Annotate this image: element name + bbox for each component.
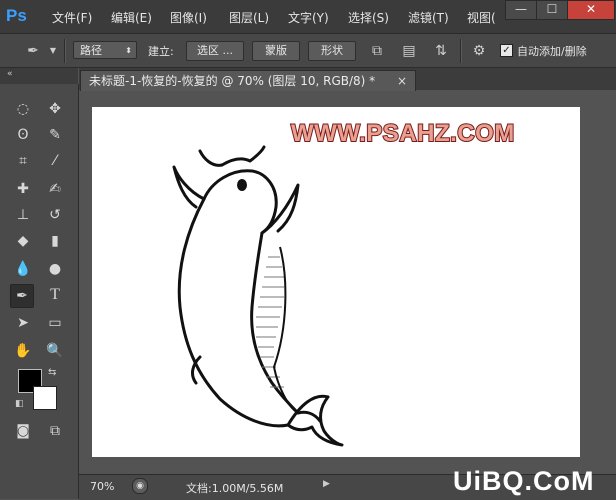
select-arrows-icon: ⬍ bbox=[125, 46, 132, 55]
document-tab-title: 未标题-1-恢复的-恢复的 @ 70% (图层 10, RGB/8) * bbox=[89, 74, 376, 88]
type-tool-icon[interactable]: T bbox=[44, 284, 66, 306]
menu-file[interactable]: 文件(F) bbox=[52, 9, 92, 26]
maximize-button[interactable]: ☐ bbox=[536, 0, 568, 20]
background-color-swatch[interactable] bbox=[33, 386, 57, 410]
marquee-tool-icon[interactable]: ◌ bbox=[12, 98, 34, 120]
path-mode-select[interactable]: 路径 ⬍ bbox=[73, 41, 137, 59]
path-alignment-icon[interactable]: ▤ bbox=[400, 42, 418, 60]
auto-add-delete-checkbox[interactable]: ✓ bbox=[500, 44, 513, 57]
gear-icon[interactable]: ⚙ bbox=[470, 42, 488, 60]
gradient-tool-icon[interactable]: ▮ bbox=[44, 230, 66, 252]
blur-tool-icon[interactable]: 💧 bbox=[12, 258, 34, 280]
auto-add-delete-label: 自动添加/删除 bbox=[517, 45, 587, 58]
menu-edit[interactable]: 编辑(E) bbox=[111, 9, 152, 26]
toolbar-collapse-strip[interactable]: « bbox=[0, 68, 78, 84]
minimize-button[interactable]: — bbox=[505, 0, 537, 20]
zoom-tool-icon[interactable]: 🔍 bbox=[44, 340, 66, 362]
move-tool-icon[interactable]: ✥ bbox=[44, 98, 66, 120]
screen-mode-icon[interactable]: ⧉ bbox=[44, 420, 66, 442]
rectangle-tool-icon[interactable]: ▭ bbox=[44, 312, 66, 334]
shape-button[interactable]: 形状 bbox=[308, 41, 356, 61]
document-info: 文档:1.00M/5.56M bbox=[186, 482, 284, 495]
swap-colors-icon[interactable]: ⇆ bbox=[48, 367, 56, 378]
document-tab[interactable]: 未标题-1-恢复的-恢复的 @ 70% (图层 10, RGB/8) * × bbox=[80, 70, 416, 91]
status-options-icon[interactable]: ◉ bbox=[132, 478, 148, 494]
default-colors-icon[interactable]: ◧ bbox=[15, 399, 24, 409]
collapse-icon[interactable]: « bbox=[7, 69, 13, 79]
path-arrangement-icon[interactable]: ⇅ bbox=[432, 42, 450, 60]
lasso-tool-icon[interactable]: ʘ bbox=[12, 124, 34, 146]
brush-tool-icon[interactable]: ✍ bbox=[44, 178, 66, 200]
quick-select-tool-icon[interactable]: ✎ bbox=[44, 124, 66, 146]
tool-preset-dropdown-icon[interactable]: ▼ bbox=[44, 42, 62, 60]
crop-tool-icon[interactable]: ⌗ bbox=[12, 150, 34, 172]
pen-tool-icon[interactable]: ✒ bbox=[24, 42, 42, 60]
quick-mask-icon[interactable]: ◙ bbox=[12, 420, 34, 442]
healing-brush-tool-icon[interactable]: ✚ bbox=[12, 178, 34, 200]
menu-layer[interactable]: 图层(L) bbox=[229, 9, 269, 26]
history-brush-tool-icon[interactable]: ↺ bbox=[44, 204, 66, 226]
menu-image[interactable]: 图像(I) bbox=[170, 9, 207, 26]
window-controls: — ☐ ✕ bbox=[505, 0, 616, 20]
selection-button[interactable]: 选区 ... bbox=[186, 41, 244, 61]
tools-panel: ◌ ✥ ʘ ✎ ⌗ ⁄ ✚ ✍ ⊥ ↺ ◆ ▮ 💧 ● ✒ T ➤ ▭ ✋ 🔍 … bbox=[0, 84, 79, 499]
dodge-tool-icon[interactable]: ● bbox=[44, 258, 66, 280]
pen-tool-icon[interactable]: ✒ bbox=[10, 284, 34, 308]
close-button[interactable]: ✕ bbox=[567, 0, 615, 20]
mask-button[interactable]: 蒙版 bbox=[252, 41, 300, 61]
path-operations-icon[interactable]: ⧉ bbox=[368, 42, 386, 60]
eraser-tool-icon[interactable]: ◆ bbox=[12, 230, 34, 252]
eyedropper-tool-icon[interactable]: ⁄ bbox=[44, 150, 66, 172]
hand-tool-icon[interactable]: ✋ bbox=[12, 340, 34, 362]
site-logo: UiBQ.CoM bbox=[453, 466, 595, 496]
menu-view[interactable]: 视图( bbox=[467, 9, 496, 26]
path-selection-tool-icon[interactable]: ➤ bbox=[12, 312, 34, 334]
status-menu-arrow-icon[interactable]: ▶ bbox=[323, 479, 333, 491]
fish-line-drawing bbox=[172, 145, 344, 447]
fish-eye bbox=[237, 179, 247, 191]
clone-stamp-tool-icon[interactable]: ⊥ bbox=[12, 204, 34, 226]
make-label: 建立: bbox=[148, 45, 174, 58]
options-bar: ✒ ▼ 路径 ⬍ 建立: 选区 ... 蒙版 形状 ⧉ ▤ ⇅ ⚙ ✓ 自动添加… bbox=[0, 34, 616, 68]
document-canvas[interactable] bbox=[92, 107, 580, 457]
close-tab-icon[interactable]: × bbox=[397, 71, 407, 91]
watermark-text: WWW.PSAHZ.COM bbox=[290, 119, 515, 148]
menu-filter[interactable]: 滤镜(T) bbox=[408, 9, 449, 26]
photoshop-logo: Ps bbox=[6, 6, 27, 25]
menu-select[interactable]: 选择(S) bbox=[348, 9, 389, 26]
menu-type[interactable]: 文字(Y) bbox=[288, 9, 329, 26]
zoom-level[interactable]: 70% bbox=[90, 480, 114, 493]
